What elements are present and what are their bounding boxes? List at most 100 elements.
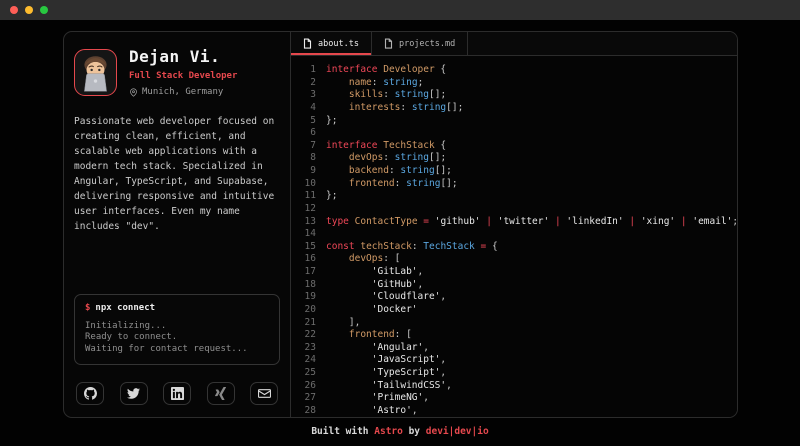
code-text: 'Angular', bbox=[326, 342, 429, 355]
portfolio-card: Dejan Vi. Full Stack Developer Munich, G… bbox=[63, 31, 738, 418]
tab-about.ts[interactable]: about.ts bbox=[291, 32, 372, 55]
code-line: 24 'JavaScript', bbox=[298, 354, 733, 367]
terminal-output: Initializing...Ready to connect.Waiting … bbox=[85, 321, 269, 356]
code-text: 'GitHub', bbox=[326, 279, 423, 292]
tab-label: projects.md bbox=[399, 39, 455, 49]
code-text: frontend: string[]; bbox=[326, 178, 458, 191]
line-number: 25 bbox=[298, 367, 316, 380]
code-line: 22 frontend: [ bbox=[298, 329, 733, 342]
terminal-output-line: Waiting for contact request... bbox=[85, 344, 269, 356]
code-text: backend: string[]; bbox=[326, 165, 452, 178]
code-line: 17 'GitLab', bbox=[298, 266, 733, 279]
code-line: 8 devOps: string[]; bbox=[298, 152, 733, 165]
xing-icon bbox=[214, 387, 227, 400]
identity-block: Dejan Vi. Full Stack Developer Munich, G… bbox=[129, 47, 237, 97]
line-number: 1 bbox=[298, 64, 316, 77]
code-text: ], bbox=[326, 317, 360, 330]
email-button[interactable] bbox=[250, 382, 278, 405]
line-number: 9 bbox=[298, 165, 316, 178]
twitter-button[interactable] bbox=[120, 382, 148, 405]
code-line: 20 'Docker' bbox=[298, 304, 733, 317]
footer-by: by bbox=[403, 426, 426, 437]
code-line: 16 devOps: [ bbox=[298, 253, 733, 266]
code-text: name: string; bbox=[326, 77, 423, 90]
close-window-button[interactable] bbox=[10, 6, 18, 14]
code-text: devOps: string[]; bbox=[326, 152, 446, 165]
line-number: 18 bbox=[298, 279, 316, 292]
code-text: }; bbox=[326, 190, 337, 203]
line-number: 23 bbox=[298, 342, 316, 355]
profile-header: Dejan Vi. Full Stack Developer Munich, G… bbox=[74, 47, 280, 97]
code-line: 7 interface TechStack { bbox=[298, 140, 733, 153]
code-line: 19 'Cloudflare', bbox=[298, 291, 733, 304]
code-text: }; bbox=[326, 115, 337, 128]
code-editor[interactable]: 1interface Developer {2 name: string;3 s… bbox=[291, 56, 737, 417]
code-text: interface TechStack { bbox=[326, 140, 446, 153]
line-number: 20 bbox=[298, 304, 316, 317]
profile-bio: Passionate web developer focused on crea… bbox=[74, 114, 280, 234]
tab-label: about.ts bbox=[318, 39, 359, 49]
line-number: 6 bbox=[298, 127, 316, 140]
profile-location: Munich, Germany bbox=[142, 87, 223, 97]
code-text: 'TypeScript', bbox=[326, 367, 446, 380]
maximize-window-button[interactable] bbox=[40, 6, 48, 14]
code-text: 'TailwindCSS', bbox=[326, 380, 452, 393]
window-titlebar bbox=[0, 0, 800, 20]
line-number: 14 bbox=[298, 228, 316, 241]
file-icon bbox=[303, 38, 312, 49]
code-line: 28 'Astro', bbox=[298, 405, 733, 417]
github-button[interactable] bbox=[76, 382, 104, 405]
code-line: 25 'TypeScript', bbox=[298, 367, 733, 380]
twitter-icon bbox=[127, 387, 140, 400]
linkedin-button[interactable] bbox=[163, 382, 191, 405]
line-number: 27 bbox=[298, 392, 316, 405]
code-line: 23 'Angular', bbox=[298, 342, 733, 355]
code-text: 'JavaScript', bbox=[326, 354, 446, 367]
profile-location-row: Munich, Germany bbox=[129, 87, 237, 97]
code-text: frontend: [ bbox=[326, 329, 412, 342]
line-number: 16 bbox=[298, 253, 316, 266]
screen: Dejan Vi. Full Stack Developer Munich, G… bbox=[0, 0, 800, 446]
code-text: skills: string[]; bbox=[326, 89, 446, 102]
footer-brand-link[interactable]: devi|dev|io bbox=[426, 426, 489, 437]
line-number: 4 bbox=[298, 102, 316, 115]
line-number: 28 bbox=[298, 405, 316, 417]
memoji-avatar-image bbox=[75, 50, 116, 95]
line-number: 12 bbox=[298, 203, 316, 216]
code-line: 27 'PrimeNG', bbox=[298, 392, 733, 405]
code-line: 1interface Developer { bbox=[298, 64, 733, 77]
code-text: 'Docker' bbox=[326, 304, 418, 317]
terminal-box: $ npx connect Initializing...Ready to con… bbox=[74, 294, 280, 366]
code-line: 5}; bbox=[298, 115, 733, 128]
linkedin-icon bbox=[171, 387, 184, 400]
footer-astro-link[interactable]: Astro bbox=[374, 426, 403, 437]
code-line: 18 'GitHub', bbox=[298, 279, 733, 292]
code-text: 'PrimeNG', bbox=[326, 392, 429, 405]
footer-built-with: Built with bbox=[311, 426, 374, 437]
profile-panel: Dejan Vi. Full Stack Developer Munich, G… bbox=[64, 32, 291, 417]
xing-button[interactable] bbox=[207, 382, 235, 405]
line-number: 26 bbox=[298, 380, 316, 393]
code-line: 21 ], bbox=[298, 317, 733, 330]
terminal-prompt: $ bbox=[85, 303, 90, 313]
code-line: 11}; bbox=[298, 190, 733, 203]
tab-projects.md[interactable]: projects.md bbox=[372, 32, 468, 55]
code-line: 4 interests: string[]; bbox=[298, 102, 733, 115]
code-line: 26 'TailwindCSS', bbox=[298, 380, 733, 393]
code-line: 13type ContactType = 'github' | 'twitter… bbox=[298, 216, 733, 229]
email-icon bbox=[258, 387, 271, 400]
code-text: 'Astro', bbox=[326, 405, 418, 417]
editor-panel: about.ts projects.md 1interface Developer… bbox=[291, 32, 737, 417]
terminal-command: npx connect bbox=[95, 303, 155, 313]
line-number: 3 bbox=[298, 89, 316, 102]
line-number: 22 bbox=[298, 329, 316, 342]
line-number: 7 bbox=[298, 140, 316, 153]
social-links-row bbox=[74, 382, 280, 407]
minimize-window-button[interactable] bbox=[25, 6, 33, 14]
code-line: 6 bbox=[298, 127, 733, 140]
code-line: 14 bbox=[298, 228, 733, 241]
line-number: 21 bbox=[298, 317, 316, 330]
code-text: type ContactType = 'github' | 'twitter' … bbox=[326, 216, 737, 229]
line-number: 24 bbox=[298, 354, 316, 367]
spacer bbox=[74, 234, 280, 294]
